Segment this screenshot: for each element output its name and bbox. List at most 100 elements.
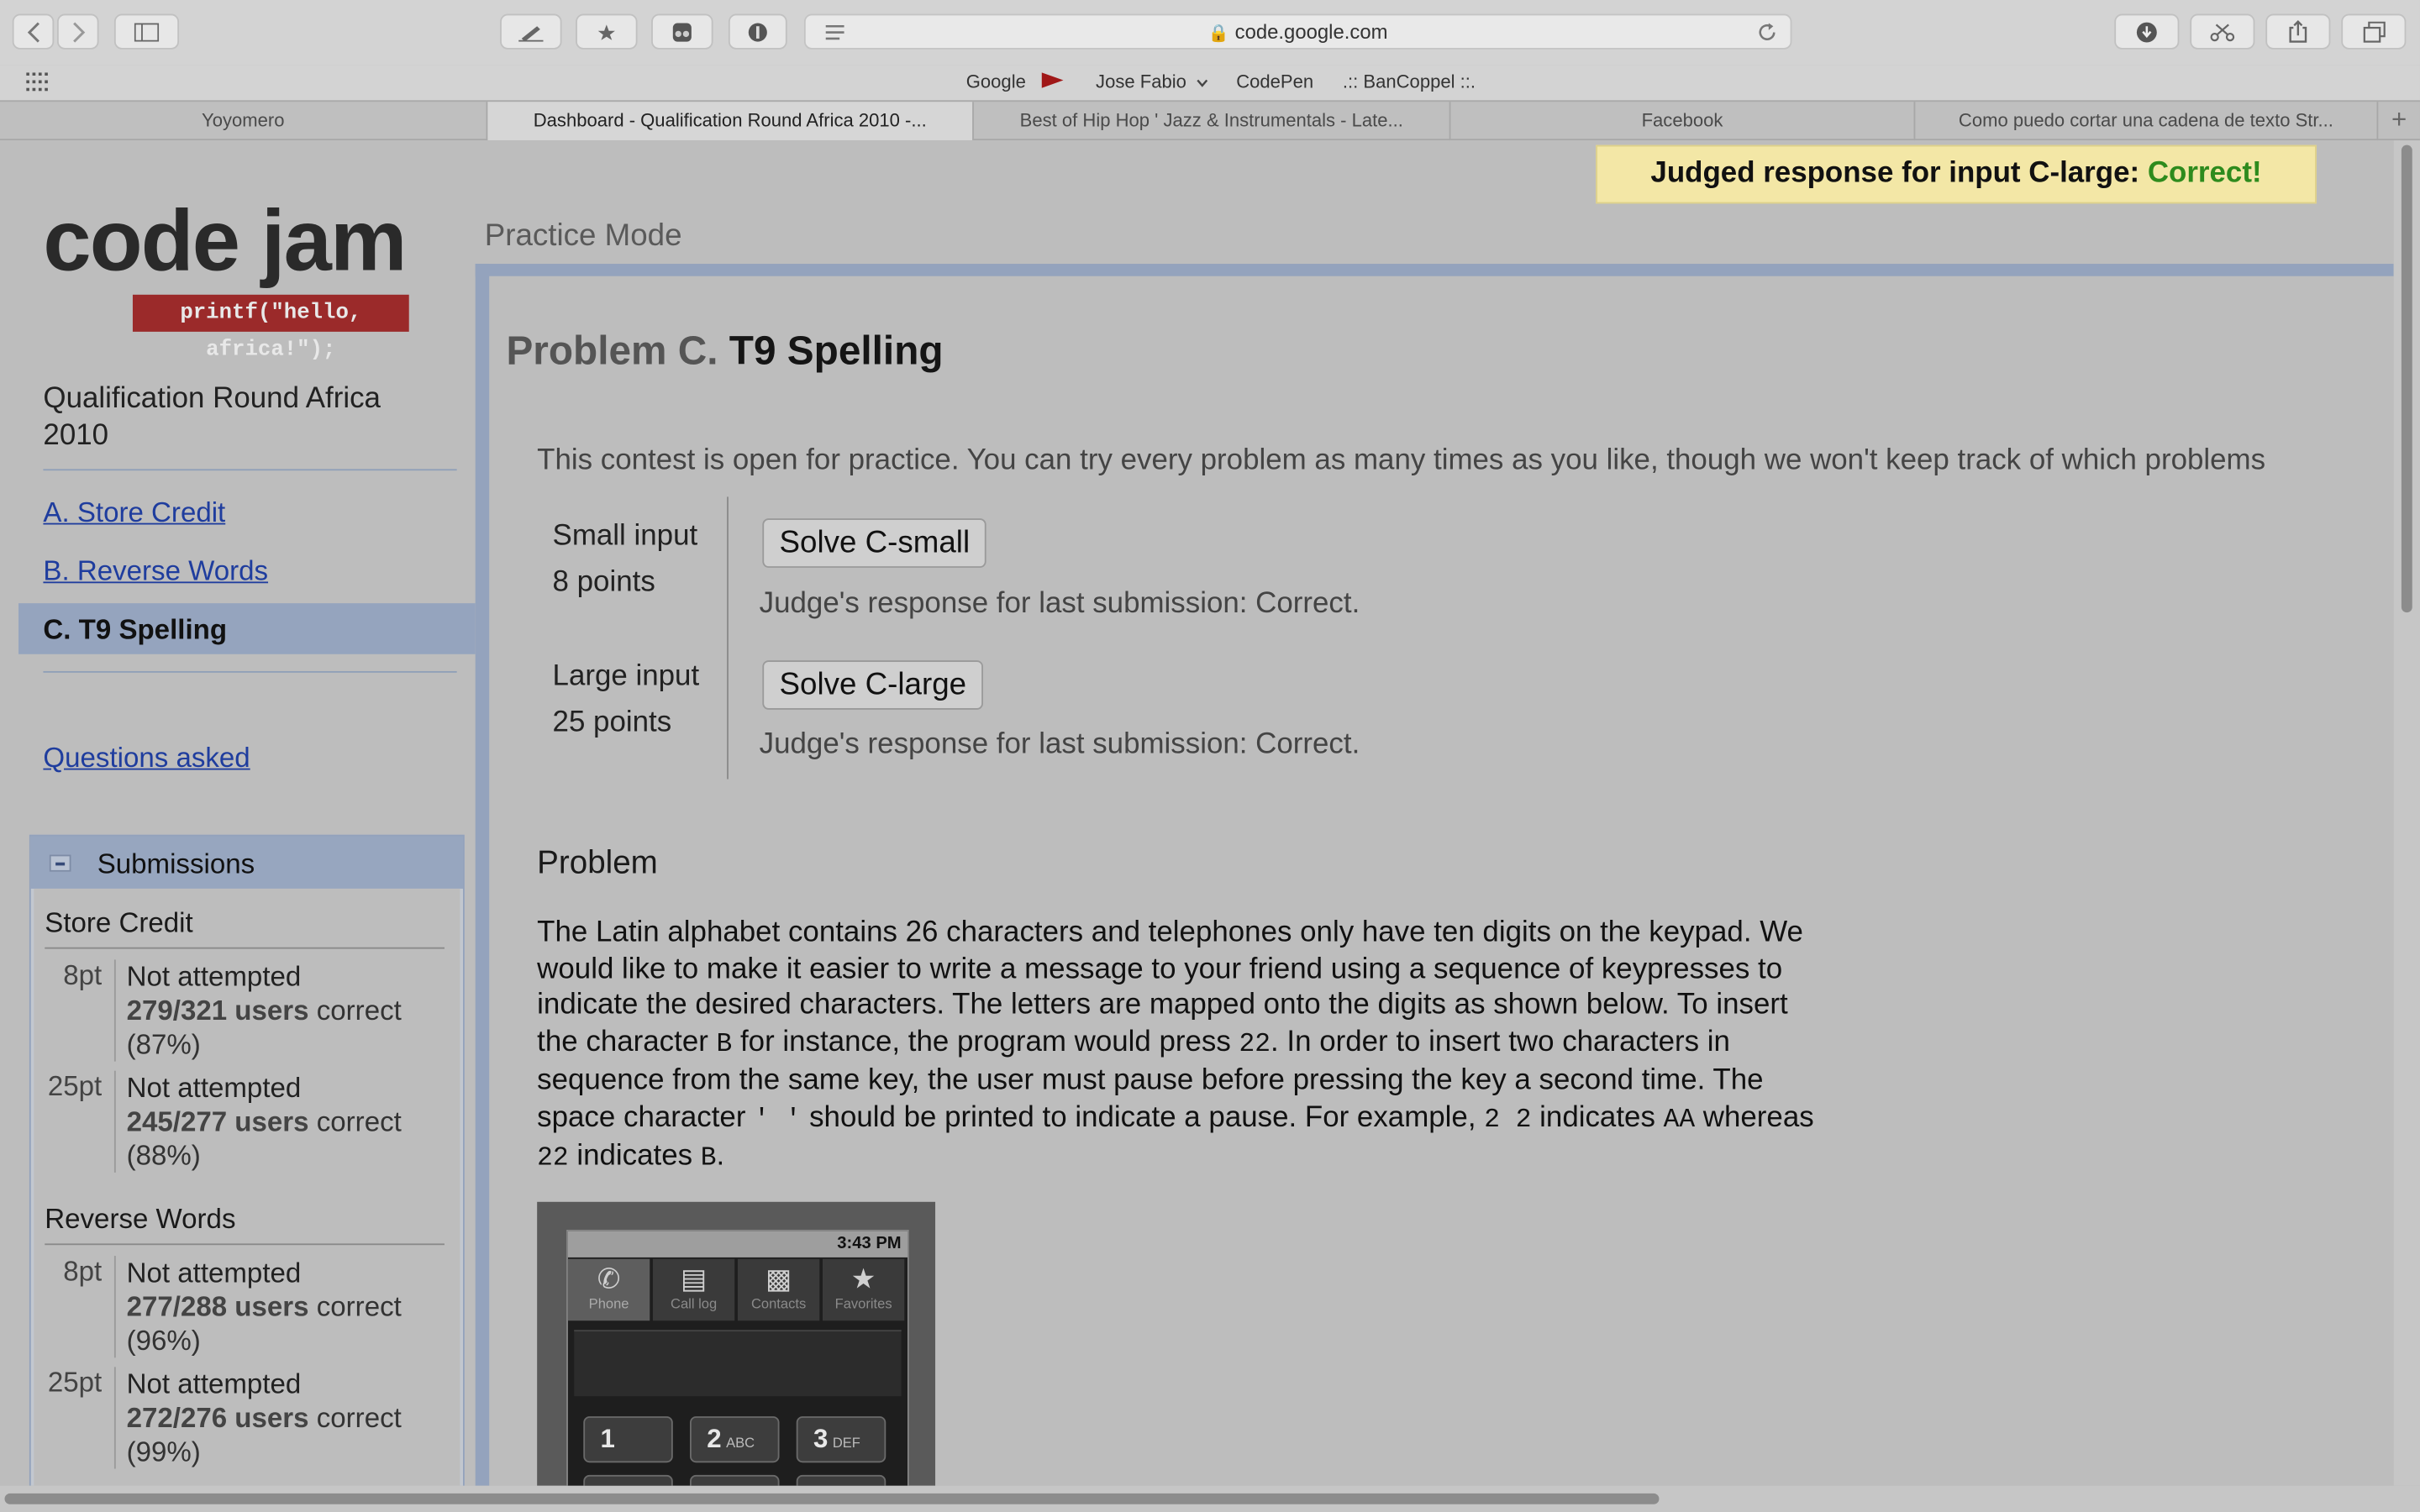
problem-prefix: Problem C. <box>506 327 718 374</box>
tab-facebook[interactable]: Facebook <box>1450 102 1916 141</box>
page-content: code jam printf("hello, africa!"); Quali… <box>0 140 2394 1486</box>
forward-button[interactable] <box>56 13 99 50</box>
tab-hip-hop[interactable]: Best of Hip Hop ' Jazz & Instrumentals -… <box>974 102 1451 141</box>
percent: (87%) <box>126 1029 201 1060</box>
divider <box>113 959 116 1062</box>
submission-stat: Not attempted 279/321 users correct (87%… <box>127 959 451 1061</box>
phone-keypad-image: 3:43 PM ✆ Phone ▤ Call log ▩ Contacts ★ Favo… <box>537 1201 936 1486</box>
code-jam-logo[interactable]: code jam <box>43 190 407 290</box>
correct-word: correct <box>316 1105 402 1137</box>
sidebar-toggle-button[interactable] <box>113 13 180 50</box>
submission-problem-name: Reverse Words <box>45 1203 236 1235</box>
apps-grid-icon[interactable] <box>26 72 48 92</box>
points-label: 8pt <box>63 1256 103 1287</box>
horizontal-scroll-thumb[interactable] <box>4 1493 1660 1504</box>
tab-dashboard[interactable]: Dashboard - Qualification Round Africa 2… <box>487 102 974 141</box>
nav-problem-c[interactable]: C. T9 Spelling <box>18 603 476 654</box>
submission-stat: Not attempted 245/277 users correct (88%… <box>127 1071 451 1173</box>
logo-tagline: printf("hello, africa!"); <box>132 294 409 363</box>
show-tabs-button[interactable] <box>2341 13 2407 50</box>
favorites-star-icon: ★ <box>850 1263 876 1294</box>
incognito-extension-button[interactable] <box>651 13 713 50</box>
practice-mode-label: Practice Mode <box>484 218 682 254</box>
practice-notice: This contest is open for practice. You c… <box>537 444 2266 477</box>
problem-name: T9 Spelling <box>729 327 944 374</box>
share-icon <box>2289 20 2307 43</box>
bookmark-codepen[interactable]: CodePen <box>1236 71 1313 92</box>
new-tab-button[interactable]: + <box>2378 102 2420 140</box>
privacy-extension-button[interactable] <box>728 13 787 50</box>
judge-response-large: Judge's response for last submission: Co… <box>759 727 1360 761</box>
problem-heading: Problem <box>537 845 658 881</box>
phone-icon: ✆ <box>597 1263 621 1294</box>
attempt-status: Not attempted <box>126 961 302 992</box>
share-button[interactable] <box>2265 13 2331 50</box>
vertical-scrollbar[interactable] <box>2393 140 2420 1486</box>
divider <box>45 1243 445 1246</box>
percent: (99%) <box>126 1436 201 1467</box>
input-points: 8 points <box>552 566 655 599</box>
bookmark-jose-fabio[interactable]: Jose Fabio <box>1096 71 1186 92</box>
correct-word: correct <box>316 1291 402 1323</box>
solve-c-large-button[interactable]: Solve C-large <box>762 660 984 710</box>
vertical-scroll-thumb[interactable] <box>2401 144 2412 613</box>
sidebar-icon <box>134 22 160 41</box>
phone-time: 3:43 PM <box>837 1234 902 1253</box>
submissions-list: Store Credit 8pt Not attempted 279/321 u… <box>34 888 460 1486</box>
divider <box>45 947 445 949</box>
points-label: 25pt <box>47 1367 103 1399</box>
collapse-icon[interactable] <box>49 854 71 872</box>
users-count: 272/276 users <box>126 1402 309 1434</box>
submissions-header[interactable]: Submissions <box>30 836 464 889</box>
screenshot-extension-button[interactable] <box>2190 13 2255 50</box>
contacts-icon: ▩ <box>765 1263 792 1294</box>
edit-extension-button[interactable] <box>500 13 562 50</box>
nav-problem-a[interactable]: A. Store Credit <box>43 496 225 529</box>
divider <box>727 496 729 780</box>
download-icon <box>2136 21 2157 42</box>
judge-response-small: Judge's response for last submission: Co… <box>759 587 1360 621</box>
downloads-button[interactable] <box>2114 13 2180 50</box>
correct-word: correct <box>316 995 402 1026</box>
round-title: Qualification Round Africa 2010 <box>43 382 381 453</box>
tab-yoyomero[interactable]: Yoyomero <box>0 102 488 141</box>
users-count: 277/288 users <box>126 1291 309 1323</box>
phone-key: 2 ABC <box>690 1416 780 1463</box>
input-name: Large input <box>552 660 700 693</box>
divider <box>113 1070 116 1173</box>
problem-title: Problem C. T9 Spelling <box>506 327 943 375</box>
red-flag-icon[interactable] <box>1040 71 1065 91</box>
url-value: code.google.com <box>1234 19 1388 44</box>
bookmark-extension-button[interactable] <box>576 13 638 50</box>
browser-window: 🔒 code.google.com Google Jose Fabio Code… <box>0 0 2420 1512</box>
lock-icon: 🔒 <box>1207 24 1229 44</box>
attempt-status: Not attempted <box>126 1257 302 1289</box>
bookmark-bancoppel[interactable]: .:: BanCoppel ::. <box>1343 71 1476 92</box>
incognito-icon <box>672 22 692 41</box>
attempt-status: Not attempted <box>126 1368 302 1399</box>
problem-description: The Latin alphabet contains 26 character… <box>537 916 1814 1174</box>
phone-tab: ★ Favorites <box>822 1258 905 1321</box>
tab-como-puedo[interactable]: Como puedo cortar una cadena de texto St… <box>1915 102 2379 141</box>
questions-asked-link[interactable]: Questions asked <box>43 742 250 774</box>
divider <box>113 1367 116 1469</box>
reload-icon[interactable] <box>1756 22 1778 44</box>
phone-key <box>583 1474 673 1486</box>
submission-stat: Not attempted 277/288 users correct (96%… <box>127 1256 451 1357</box>
solve-c-small-button[interactable]: Solve C-small <box>762 518 987 568</box>
tabs-overview-icon <box>2362 20 2385 42</box>
users-count: 245/277 users <box>126 1105 309 1137</box>
shield-icon <box>748 22 767 41</box>
nav-problem-b[interactable]: B. Reverse Words <box>43 555 268 588</box>
phone-key <box>796 1474 886 1486</box>
banner-result: Correct! <box>2147 157 2262 190</box>
divider <box>113 1256 116 1358</box>
chevron-down-icon[interactable] <box>1196 79 1208 88</box>
phone-key: 3 DEF <box>796 1416 886 1463</box>
back-button[interactable] <box>12 13 55 50</box>
bookmark-google[interactable]: Google <box>966 71 1026 92</box>
scissors-icon <box>2210 23 2235 41</box>
address-bar[interactable]: 🔒 code.google.com <box>803 13 1792 50</box>
phone-screen: 3:43 PM ✆ Phone ▤ Call log ▩ Contacts ★ Favo… <box>566 1229 909 1486</box>
horizontal-scrollbar[interactable] <box>0 1485 2420 1512</box>
